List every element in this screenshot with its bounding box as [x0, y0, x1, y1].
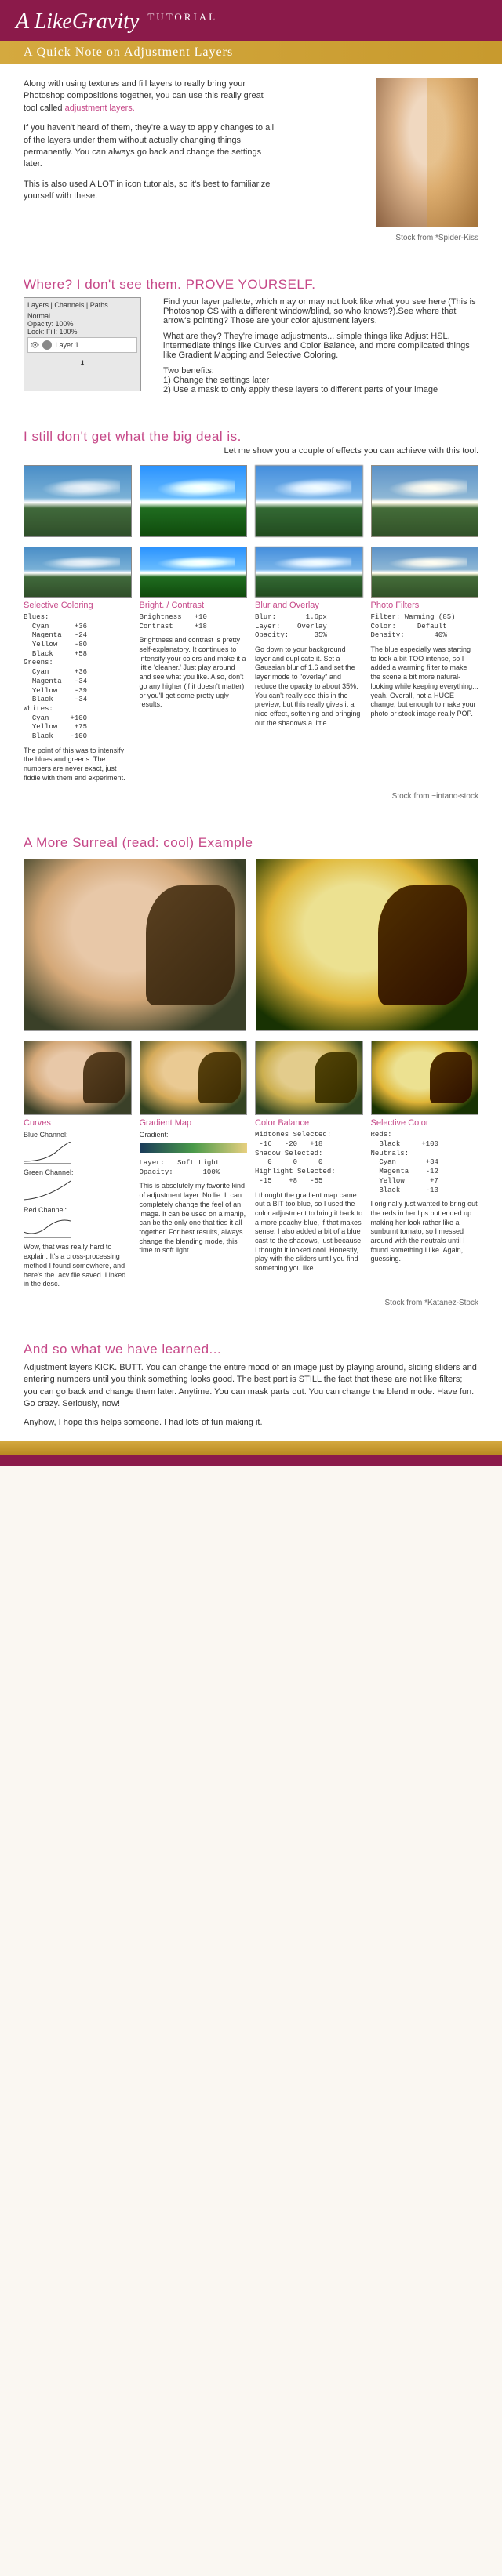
col-mono-2: Brightness +10 Contrast +18 [140, 613, 248, 631]
surreal-columns: Curves Blue Channel: Green Channel: Red … [24, 1041, 478, 1289]
header: A LikeGravity TUTORIAL [0, 0, 502, 41]
curve-red [24, 1216, 71, 1238]
col-title-3: Blur and Overlay [255, 601, 363, 610]
scol-mono-3: Midtones Selected: -16 -20 +18 Shadow Se… [255, 1131, 363, 1186]
where-p2: What are they? They're image adjustments… [163, 332, 478, 360]
layer-row: 👁Layer 1 [27, 337, 137, 353]
col-desc-3: Go down to your background layer and dup… [255, 645, 363, 728]
header-prefix: A [16, 9, 29, 34]
curve-label-green: Green Channel: [24, 1168, 132, 1178]
section-intro: Along with using textures and fill layer… [0, 64, 502, 256]
landscape-thumb-2 [140, 547, 248, 598]
heading-surreal: A More Surreal (read: cool) Example [24, 835, 478, 851]
landscape-image-4 [371, 465, 479, 537]
col-title-4: Photo Filters [371, 601, 479, 610]
scol-desc-1: Wow, that was really hard to explain. It… [24, 1243, 132, 1288]
col-desc-4: The blue especially was starting to look… [371, 645, 479, 719]
layers-palette: Layers | Channels | Paths Normal Opacity… [24, 297, 141, 391]
heading-bigdeal: I still don't get what the big deal is. [24, 429, 478, 445]
subheading-bigdeal: Let me show you a couple of effects you … [24, 446, 478, 456]
where-p3: Two benefits: [163, 366, 478, 376]
scol-mono-4: Reds: Black +100 Neutrals: Cyan +34 Mage… [371, 1131, 479, 1195]
scol-title-4: Selective Color [371, 1118, 479, 1128]
face-thumb-4 [371, 1041, 479, 1115]
banner-title: A Quick Note on Adjustment Layers [0, 41, 502, 64]
scol-desc-3: I thought the gradient map came out a BI… [255, 1191, 363, 1273]
eye-icon: 👁 [31, 341, 39, 350]
gradient-swatch [140, 1143, 248, 1153]
palette-tabs: Layers | Channels | Paths [27, 301, 137, 309]
curve-label-blue: Blue Channel: [24, 1131, 132, 1140]
col-title-1: Selective Coloring [24, 601, 132, 610]
face-image-before [24, 859, 246, 1031]
section-surreal: A More Surreal (read: cool) Example Curv… [0, 815, 502, 1321]
scol-mono-2: Layer: Soft Light Opacity: 100% [140, 1159, 248, 1177]
section-where: Where? I don't see them. PROVE YOURSELF.… [0, 256, 502, 409]
where-b2: 2) Use a mask to only apply these layers… [163, 385, 478, 394]
landscape-image-1 [24, 465, 132, 537]
surreal-stock-credit: Stock from *Katanez-Stock [24, 1299, 478, 1307]
curve-label-red: Red Channel: [24, 1206, 132, 1215]
landscape-thumb-4 [371, 547, 479, 598]
face-image-after [256, 859, 478, 1031]
learned-p2: Anyhow, I hope this helps someone. I had… [24, 1418, 478, 1427]
col-title-2: Bright. / Contrast [140, 601, 248, 610]
curve-green [24, 1179, 71, 1201]
intro-face-image [376, 78, 478, 227]
header-suffix: TUTORIAL [147, 11, 217, 23]
section-learned: And so what we have learned... Adjustmen… [0, 1321, 502, 1442]
face-thumb-3 [255, 1041, 363, 1115]
intro-p2: If you haven't heard of them, they're a … [24, 122, 275, 171]
scol-title-1: Curves [24, 1118, 132, 1128]
header-title: LikeGravity [35, 9, 140, 34]
col-mono-4: Filter: Warming (85) Color: Default Dens… [371, 613, 479, 641]
footer-maroon [0, 1455, 502, 1466]
intro-stock-credit: Stock from *Spider-Kiss [24, 234, 478, 242]
col-mono-3: Blur: 1.6px Layer: Overlay Opacity: 35% [255, 613, 363, 641]
landscape-image-3 [255, 465, 363, 537]
heading-where: Where? I don't see them. PROVE YOURSELF. [24, 277, 478, 292]
col-desc-2: Brightness and contrast is pretty self-e… [140, 636, 248, 710]
face-thumb-1 [24, 1041, 132, 1115]
landscape-thumb-3 [255, 547, 363, 598]
section-bigdeal: I still don't get what the big deal is. … [0, 409, 502, 815]
learned-p1: Adjustment layers KICK. BUTT. You can ch… [24, 1362, 478, 1411]
adjustment-layer-icon [42, 340, 52, 350]
scol-title-3: Color Balance [255, 1118, 363, 1128]
palette-arrow-icon: ⬇ [27, 359, 137, 368]
effect-columns: Selective Coloring Blues: Cyan +36 Magen… [24, 547, 478, 783]
where-p1: Find your layer pallette, which may or m… [163, 297, 478, 325]
landscape-image-2 [140, 465, 248, 537]
intro-p1: Along with using textures and fill layer… [24, 78, 275, 114]
scol-desc-4: I originally just wanted to bring out th… [371, 1200, 479, 1264]
landscape-thumb-1 [24, 547, 132, 598]
col-desc-1: The point of this was to intensify the b… [24, 747, 132, 783]
landscape-stock-credit: Stock from ~intano-stock [24, 792, 478, 801]
intro-p3: This is also used A LOT in icon tutorial… [24, 179, 275, 203]
where-b1: 1) Change the settings later [163, 376, 478, 385]
heading-learned: And so what we have learned... [24, 1342, 478, 1357]
col-mono-1: Blues: Cyan +36 Magenta -24 Yellow -80 B… [24, 613, 132, 742]
scol-title-2: Gradient Map [140, 1118, 248, 1128]
footer-gold [0, 1441, 502, 1455]
curve-blue [24, 1142, 71, 1164]
scol-desc-2: This is absolutely my favorite kind of a… [140, 1182, 248, 1255]
face-thumb-2 [140, 1041, 248, 1115]
